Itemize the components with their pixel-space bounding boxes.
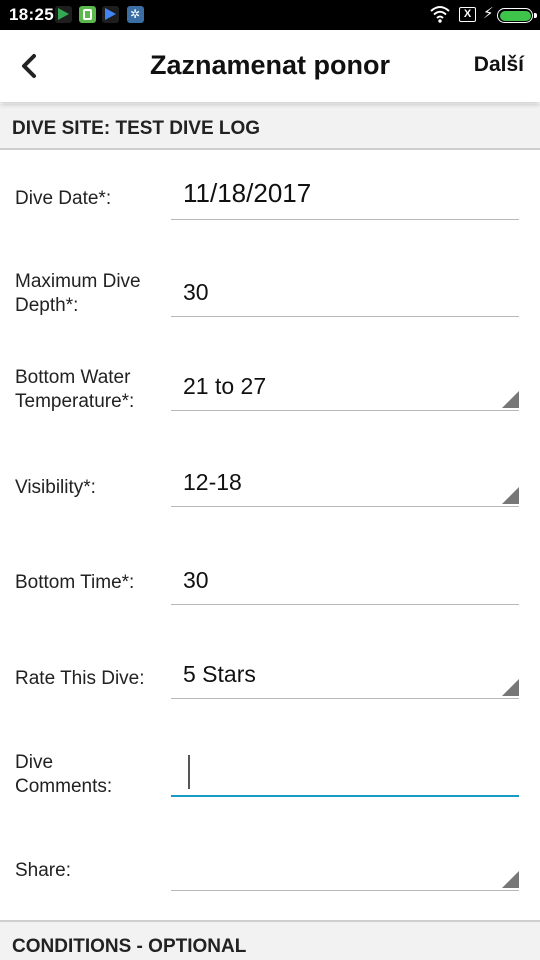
page-title: Zaznamenat ponor xyxy=(149,50,391,80)
play-store-notification-icon xyxy=(55,6,72,23)
bottom-time-row: Bottom Time*: 30 xyxy=(0,544,540,640)
status-time: 18:25 xyxy=(9,5,54,24)
dropdown-indicator-icon xyxy=(502,679,519,696)
text-cursor xyxy=(188,755,190,789)
dropdown-indicator-icon xyxy=(502,871,519,888)
settings-notification-icon: ✲ xyxy=(127,6,144,23)
comments-row: Dive Comments: xyxy=(0,736,540,832)
bottom-temp-row: Bottom Water Temperature*: 21 to 27 xyxy=(0,352,540,448)
dive-site-header: DIVE SITE: TEST DIVE LOG xyxy=(0,104,540,150)
comments-input[interactable] xyxy=(171,749,519,797)
share-label: Share: xyxy=(15,860,71,881)
rating-dropdown[interactable]: 5 Stars xyxy=(171,651,519,699)
status-bar: 18:25 ✲ X ⚡ xyxy=(0,0,540,30)
bottom-temp-label: Bottom Water Temperature*: xyxy=(15,367,135,412)
max-depth-row: Maximum Dive Depth*: 30 xyxy=(0,256,540,352)
dive-date-label: Dive Date*: xyxy=(15,188,112,209)
max-depth-field[interactable]: 30 xyxy=(171,269,519,317)
visibility-label: Visibility*: xyxy=(15,477,96,498)
no-sim-icon: X xyxy=(459,7,476,22)
max-depth-label: Maximum Dive Depth*: xyxy=(15,271,141,316)
dive-site-title: DIVE SITE: TEST DIVE LOG xyxy=(12,118,261,139)
bottom-temp-dropdown[interactable]: 21 to 27 xyxy=(171,363,519,411)
app-notification-icon xyxy=(79,6,96,23)
play-store-notification-icon xyxy=(102,6,119,23)
conditions-title: CONDITIONS - OPTIONAL xyxy=(12,936,247,957)
visibility-dropdown[interactable]: 12-18 xyxy=(171,459,519,507)
visibility-row: Visibility*: 12-18 xyxy=(0,448,540,544)
comments-label: Dive Comments: xyxy=(15,752,113,797)
visibility-value: 12-18 xyxy=(183,469,242,495)
conditions-header[interactable]: CONDITIONS - OPTIONAL xyxy=(0,920,540,960)
share-dropdown[interactable] xyxy=(171,843,519,891)
bottom-temp-value: 21 to 27 xyxy=(183,373,267,399)
next-button[interactable]: Další xyxy=(474,53,524,77)
dropdown-indicator-icon xyxy=(502,391,519,408)
dropdown-indicator-icon xyxy=(502,487,519,504)
rating-row: Rate This Dive: 5 Stars xyxy=(0,640,540,736)
bottom-time-label: Bottom Time*: xyxy=(15,572,135,593)
charging-icon: ⚡ xyxy=(483,5,494,22)
bottom-time-value: 30 xyxy=(183,567,209,593)
rating-label: Rate This Dive: xyxy=(15,668,145,689)
dive-date-field[interactable]: 11/18/2017 xyxy=(171,172,519,220)
max-depth-value: 30 xyxy=(183,279,209,305)
share-row: Share: xyxy=(0,832,540,928)
dive-date-row: Dive Date*: 11/18/2017 xyxy=(0,160,540,256)
battery-icon xyxy=(497,8,537,23)
wifi-icon xyxy=(430,6,450,23)
bottom-time-field[interactable]: 30 xyxy=(171,557,519,605)
dive-date-value: 11/18/2017 xyxy=(183,178,312,208)
rating-value: 5 Stars xyxy=(183,661,256,687)
app-bar: Zaznamenat ponor Další xyxy=(0,30,540,102)
